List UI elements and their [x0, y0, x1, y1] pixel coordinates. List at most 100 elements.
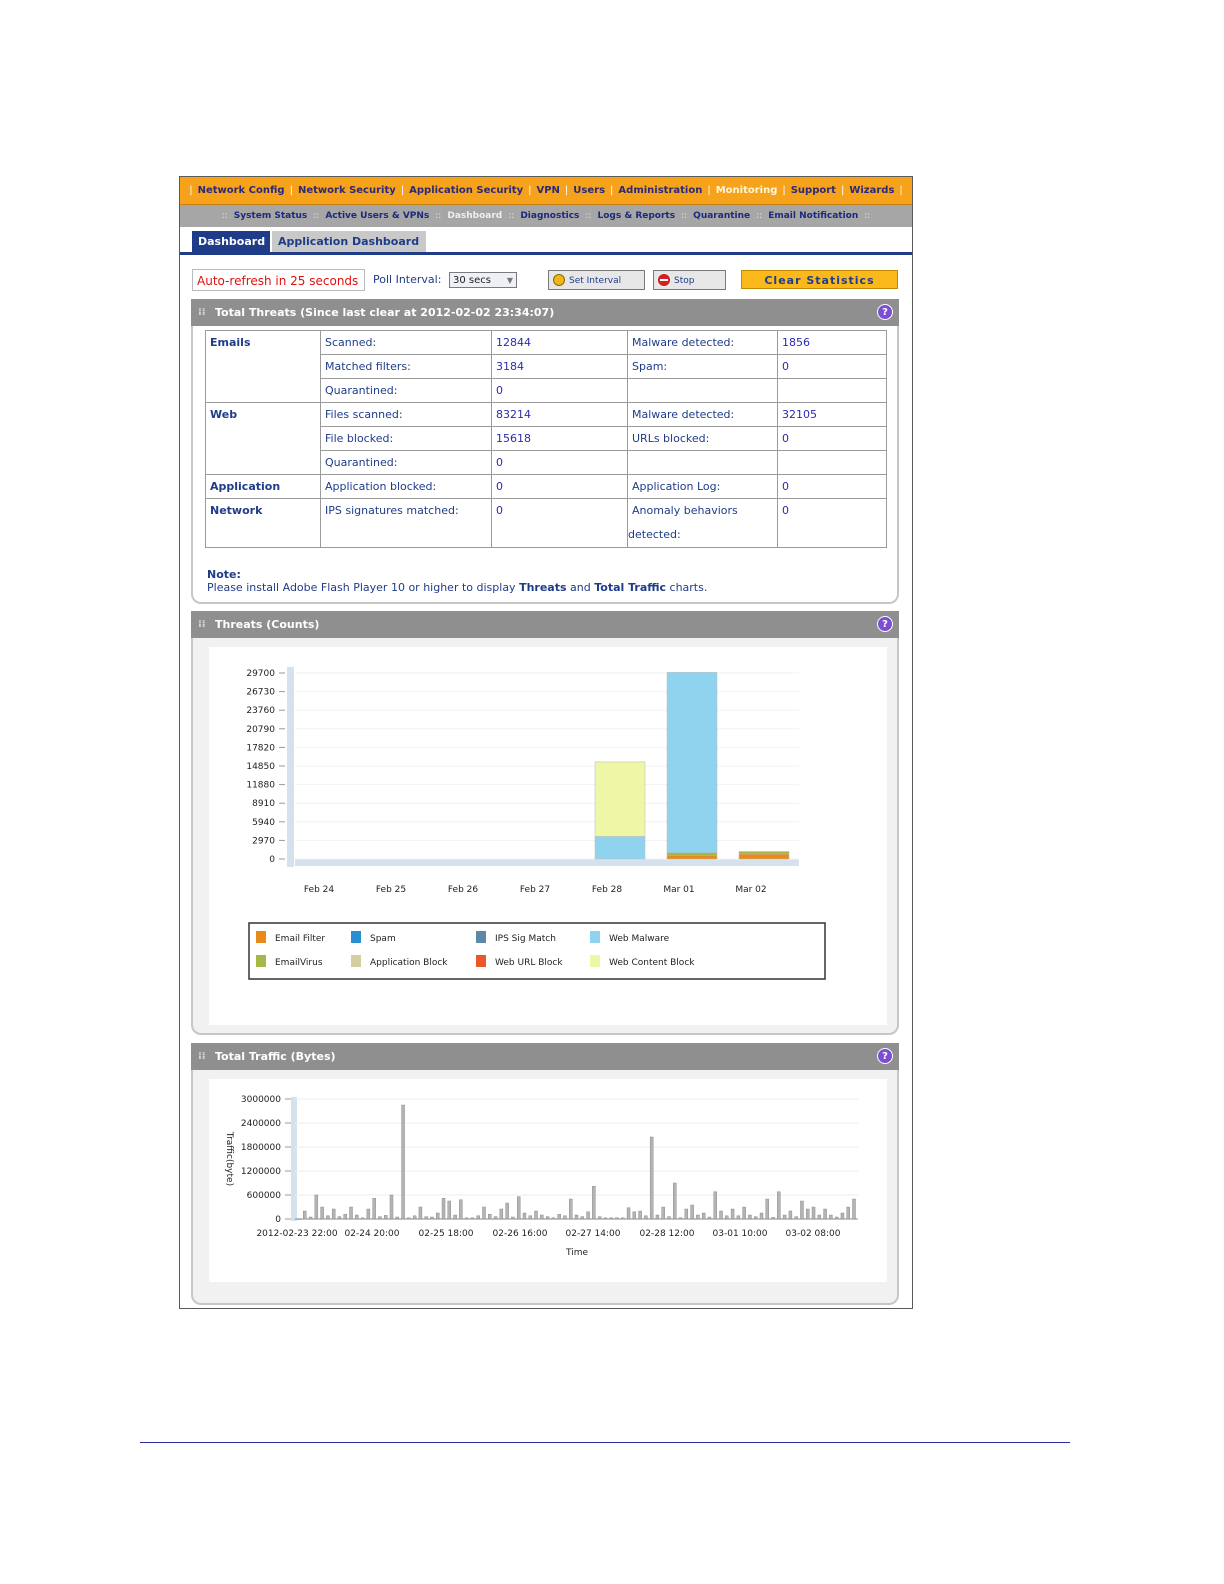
traffic-bar [719, 1210, 723, 1220]
traffic-bar [407, 1217, 411, 1220]
drag-handle-icon[interactable]: ⁞⁞ [198, 611, 206, 638]
threat-label: Files scanned: [320, 402, 492, 427]
traffic-bar [806, 1208, 810, 1220]
set-interval-label: Set Interval [569, 276, 622, 286]
threat-label: Malware detected: [627, 330, 778, 355]
threats-table: Emails Scanned: 12844 Malware detected: 1856… [205, 330, 887, 548]
threat-label: IPS signatures matched: [320, 498, 492, 548]
traffic-bar [817, 1214, 822, 1220]
traffic-bar [401, 1104, 405, 1220]
y-tick-label: 8910 [252, 799, 275, 809]
traffic-bar [447, 1200, 452, 1220]
nav-network-config[interactable]: Network Config [193, 185, 290, 196]
bar-email-filter [738, 853, 790, 860]
traffic-bar [488, 1213, 492, 1220]
x-tick-label: 03-02 08:00 [786, 1229, 841, 1239]
x-tick-label: 03-01 10:00 [713, 1229, 768, 1239]
help-icon[interactable]: ? [877, 304, 893, 320]
traffic-bar [314, 1194, 319, 1220]
x-tick-label: Feb 28 [592, 885, 623, 895]
stop-button[interactable]: Stop [653, 270, 726, 290]
subnav-quarantine[interactable]: Quarantine [689, 211, 754, 221]
threat-label: Application Log: [627, 474, 778, 499]
traffic-chart-panel-header: ⁞⁞ Total Traffic (Bytes) ? [191, 1043, 899, 1070]
traffic-bar [586, 1211, 590, 1220]
threats-panel-header: ⁞⁞ Total Threats (Since last clear at 20… [191, 299, 899, 326]
subnav-separator: :: [221, 211, 228, 221]
note-text: Please install Adobe Flash Player 10 or … [207, 581, 707, 594]
traffic-bar [788, 1210, 793, 1220]
traffic-bar [673, 1182, 677, 1220]
traffic-bar [464, 1217, 469, 1220]
traffic-bar [690, 1204, 694, 1220]
traffic-bar [782, 1214, 787, 1220]
note-bold-traffic: Total Traffic [594, 581, 667, 594]
help-icon[interactable]: ? [877, 1048, 893, 1064]
poll-interval-select[interactable]: 30 secs ▼ [449, 272, 517, 288]
x-tick-label: Feb 26 [448, 885, 479, 895]
traffic-chart-title: Total Traffic (Bytes) [215, 1050, 336, 1063]
subnav-diagnostics[interactable]: Diagnostics [516, 211, 583, 221]
threat-value: 0 [491, 378, 628, 403]
traffic-bar [511, 1216, 515, 1220]
legend-box [248, 922, 826, 980]
nav-wizards[interactable]: Wizards [844, 185, 899, 196]
traffic-bar [667, 1216, 671, 1220]
help-icon[interactable]: ? [877, 616, 893, 632]
y-tick-label: 3000000 [241, 1095, 281, 1105]
nav-application-security[interactable]: Application Security [404, 185, 528, 196]
x-axis-title: Time [565, 1248, 588, 1258]
traffic-bar [331, 1208, 336, 1220]
traffic-bar [418, 1206, 423, 1220]
traffic-bar [366, 1208, 371, 1220]
traffic-bar [343, 1213, 347, 1220]
note-pre: Please install Adobe Flash Player 10 or … [207, 581, 520, 594]
note-bold-threats: Threats [519, 581, 567, 594]
nav-vpn[interactable]: VPN [531, 185, 564, 196]
nav-network-security[interactable]: Network Security [293, 185, 401, 196]
main-nav: | Network Config | Network Security | Ap… [180, 177, 912, 205]
x-tick-label: 02-24 20:00 [345, 1229, 400, 1239]
x-tick-label: Mar 01 [663, 885, 694, 895]
subnav-email-notification[interactable]: Email Notification [764, 211, 862, 221]
legend-swatch [476, 955, 486, 967]
auto-refresh-status: Auto-refresh in 25 seconds [192, 269, 365, 291]
y-tick-label: 5940 [252, 818, 275, 828]
traffic-bar [389, 1194, 394, 1220]
bar-emailvirus [666, 852, 718, 856]
nav-administration[interactable]: Administration [613, 185, 707, 196]
subnav-separator: :: [435, 211, 442, 221]
subnav-dashboard[interactable]: Dashboard [443, 211, 506, 221]
traffic-bar [459, 1199, 463, 1220]
traffic-bar [320, 1206, 324, 1220]
clear-statistics-button[interactable]: Clear Statistics [741, 270, 898, 289]
drag-handle-icon[interactable]: ⁞⁞ [198, 1043, 206, 1070]
traffic-bar [395, 1216, 399, 1220]
drag-handle-icon[interactable]: ⁞⁞ [198, 299, 206, 326]
nav-support[interactable]: Support [786, 185, 841, 196]
traffic-bar [412, 1215, 417, 1220]
traffic-bar [580, 1216, 584, 1220]
tab-dashboard[interactable]: Dashboard [192, 231, 270, 252]
sub-nav: :: System Status :: Active Users & VPNs … [180, 205, 912, 227]
traffic-bar [349, 1206, 353, 1220]
traffic-bar [470, 1217, 475, 1220]
threat-value: 12844 [491, 330, 628, 355]
y-tick-label: 600000 [247, 1191, 282, 1201]
nav-users[interactable]: Users [568, 185, 610, 196]
nav-monitoring[interactable]: Monitoring [711, 185, 783, 196]
bar-web-content-block [594, 761, 646, 837]
traffic-bar [297, 1218, 301, 1220]
subnav-system-status[interactable]: System Status [230, 211, 312, 221]
subnav-logs-reports[interactable]: Logs & Reports [594, 211, 680, 221]
subnav-active-users[interactable]: Active Users & VPNs [321, 211, 433, 221]
tab-application-dashboard[interactable]: Application Dashboard [272, 231, 426, 252]
threat-label [627, 378, 778, 403]
traffic-bar [337, 1216, 342, 1220]
y-axis-title: Traffic(byte) [224, 1131, 234, 1186]
traffic-bar [644, 1215, 648, 1220]
x-tick-label: 02-25 18:00 [419, 1229, 474, 1239]
note-post: charts. [666, 581, 708, 594]
traffic-bar [811, 1206, 816, 1220]
set-interval-button[interactable]: Set Interval [548, 270, 645, 290]
